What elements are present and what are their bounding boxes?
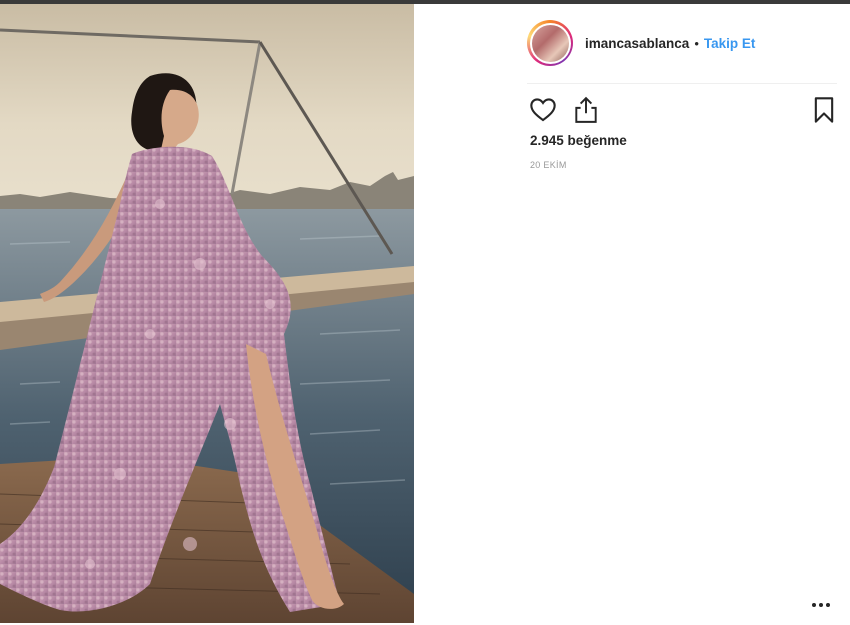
follow-button[interactable]: Takip Et bbox=[704, 36, 756, 51]
bookmark-icon[interactable] bbox=[812, 96, 836, 129]
post-header: imancasablanca • Takip Et bbox=[527, 18, 827, 68]
post-details-panel: imancasablanca • Takip Et 2.945 beğenme … bbox=[414, 4, 850, 625]
post-photo-illustration bbox=[0, 4, 414, 623]
action-bar bbox=[527, 96, 837, 126]
header-divider bbox=[527, 83, 837, 84]
heart-icon[interactable] bbox=[529, 96, 557, 127]
avatar bbox=[531, 24, 569, 62]
likes-count[interactable]: 2.945 beğenme bbox=[530, 133, 627, 148]
post-photo[interactable] bbox=[0, 4, 414, 623]
username-link[interactable]: imancasablanca bbox=[585, 36, 689, 51]
share-icon[interactable] bbox=[573, 96, 599, 129]
more-options-icon[interactable] bbox=[812, 598, 834, 612]
avatar-story-ring[interactable] bbox=[527, 20, 573, 66]
separator-dot: • bbox=[694, 35, 699, 51]
post-date[interactable]: 20 EKİM bbox=[530, 160, 567, 170]
